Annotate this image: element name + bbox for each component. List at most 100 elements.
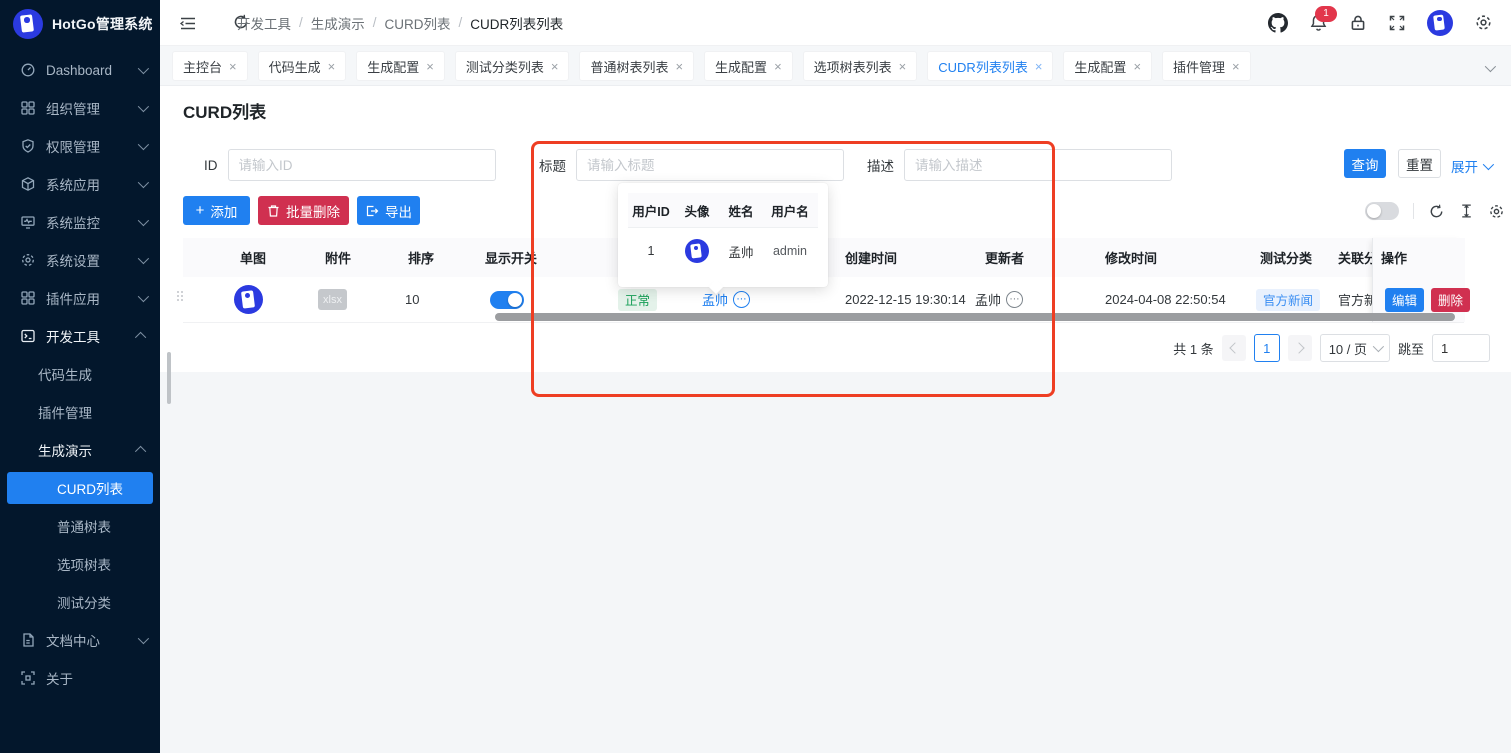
title-input[interactable] — [576, 149, 844, 181]
page-number-button[interactable]: 1 — [1254, 334, 1280, 362]
cell-image[interactable] — [234, 277, 263, 322]
sidebar-item-system-app[interactable]: 系统应用 — [0, 165, 160, 203]
reset-button[interactable]: 重置 — [1398, 149, 1441, 178]
row-drag-handle[interactable] — [177, 291, 184, 307]
close-icon[interactable]: × — [774, 59, 782, 74]
edit-button[interactable]: 编辑 — [1385, 288, 1424, 312]
sidebar-item-permission[interactable]: 权限管理 — [0, 127, 160, 165]
tab-cudr-list-active[interactable]: CUDR列表列表× — [927, 51, 1053, 81]
delete-button[interactable]: 删除 — [1431, 288, 1470, 312]
cell-attachment[interactable]: xlsx — [318, 277, 347, 322]
sidebar-item-about[interactable]: 关于 — [0, 659, 160, 697]
close-icon[interactable]: × — [426, 59, 434, 74]
tab-normal-tree-list[interactable]: 普通树表列表× — [579, 51, 694, 81]
sidebar-item-test-category[interactable]: 测试分类 — [0, 583, 160, 621]
sidebar-menu: Dashboard 组织管理 权限管理 系统应用 系统监控 系统设置 — [0, 51, 160, 697]
column-settings-icon[interactable] — [1488, 203, 1505, 220]
chevron-down-icon — [1373, 341, 1384, 352]
tab-console[interactable]: 主控台× — [172, 51, 248, 81]
desc-label: 描述 — [867, 155, 894, 175]
jump-page-input[interactable] — [1432, 334, 1490, 362]
prev-page-button[interactable] — [1222, 335, 1246, 361]
app-logo[interactable]: HotGo管理系统 — [0, 0, 160, 48]
close-icon[interactable]: × — [1232, 59, 1240, 74]
sidebar-item-normal-tree[interactable]: 普通树表 — [0, 507, 160, 545]
sidebar-item-code-gen[interactable]: 代码生成 — [0, 355, 160, 393]
popup-col-user-id: 用户ID — [628, 201, 674, 220]
id-input[interactable] — [228, 149, 496, 181]
export-icon — [365, 204, 379, 218]
lock-screen-button[interactable] — [1349, 13, 1367, 32]
chevron-down-icon — [1485, 61, 1496, 72]
sidebar-item-dashboard[interactable]: Dashboard — [0, 51, 160, 89]
tab-gen-config-2[interactable]: 生成配置× — [704, 51, 793, 81]
tabs-dropdown-button[interactable] — [1485, 59, 1493, 75]
header-actions: 1 — [1268, 0, 1493, 45]
expand-link[interactable]: 展开 — [1451, 156, 1491, 176]
close-icon[interactable]: × — [551, 59, 559, 74]
table-refresh-icon[interactable] — [1428, 203, 1445, 220]
page-size-select[interactable]: 10 / 页 — [1320, 334, 1390, 362]
plus-icon: + — [196, 202, 205, 219]
chevron-down-icon — [138, 633, 149, 644]
document-icon — [20, 632, 36, 648]
sidebar-item-curd-list-active: CURD列表 — [0, 469, 160, 507]
close-icon[interactable]: × — [229, 59, 237, 74]
sidebar-item-doc-center[interactable]: 文档中心 — [0, 621, 160, 659]
tab-option-tree-list[interactable]: 选项树表列表× — [803, 51, 918, 81]
close-icon[interactable]: × — [1133, 59, 1141, 74]
next-page-button[interactable] — [1288, 335, 1312, 361]
sidebar-item-curd-list[interactable]: CURD列表 — [7, 472, 153, 504]
app-root: HotGo管理系统 Dashboard 组织管理 权限管理 系统应用 系统监控 — [0, 0, 1511, 753]
pagination-total: 共 1 条 — [1173, 339, 1213, 358]
close-icon[interactable]: × — [1035, 59, 1043, 74]
sidebar-item-plugin-manage[interactable]: 插件管理 — [0, 393, 160, 431]
sidebar-item-monitor[interactable]: 系统监控 — [0, 203, 160, 241]
close-icon[interactable]: × — [328, 59, 336, 74]
sidebar-item-dev-tools[interactable]: 开发工具 — [0, 317, 160, 355]
add-button[interactable]: +添加 — [183, 196, 250, 225]
close-icon[interactable]: × — [675, 59, 683, 74]
batch-delete-button[interactable]: 批量删除 — [258, 196, 349, 225]
display-switch[interactable] — [490, 291, 524, 309]
col-header-updated-at: 修改时间 — [1105, 238, 1157, 277]
tab-gen-config-3[interactable]: 生成配置× — [1063, 51, 1152, 81]
sidebar-item-option-tree[interactable]: 选项树表 — [0, 545, 160, 583]
vertical-scrollbar[interactable] — [167, 352, 171, 404]
sidebar-item-settings[interactable]: 系统设置 — [0, 241, 160, 279]
main-content: CURD列表 ID 标题 描述 查询 重置 展开 +添加 批量删除 导出 — [160, 85, 1511, 753]
fullscreen-button[interactable] — [1388, 14, 1406, 32]
tab-gen-config-1[interactable]: 生成配置× — [356, 51, 445, 81]
striped-toggle[interactable] — [1365, 202, 1399, 220]
popup-col-name: 姓名 — [720, 201, 762, 220]
chevron-down-icon — [138, 291, 149, 302]
breadcrumb-item[interactable]: CURD列表 — [385, 13, 451, 33]
col-header-created-at: 创建时间 — [845, 238, 897, 277]
sidebar-item-plugin-app[interactable]: 插件应用 — [0, 279, 160, 317]
sidebar-collapse-button[interactable] — [179, 15, 197, 32]
breadcrumb-item[interactable]: 开发工具 — [237, 13, 291, 33]
notifications-button[interactable]: 1 — [1309, 13, 1328, 33]
fullscreen-icon — [1388, 14, 1406, 32]
more-icon[interactable]: ⋯ — [733, 291, 750, 308]
lock-icon — [1349, 13, 1367, 32]
desc-input[interactable] — [904, 149, 1172, 181]
sidebar-item-org[interactable]: 组织管理 — [0, 89, 160, 127]
export-button[interactable]: 导出 — [357, 196, 420, 225]
row-height-icon[interactable] — [1459, 203, 1474, 219]
tab-test-category-list[interactable]: 测试分类列表× — [455, 51, 570, 81]
layout-settings-button[interactable] — [1474, 13, 1493, 32]
github-button[interactable] — [1268, 13, 1288, 33]
popup-username: admin — [762, 244, 818, 258]
gear-icon — [1474, 13, 1493, 32]
user-avatar[interactable] — [1427, 10, 1453, 36]
tab-code-gen[interactable]: 代码生成× — [258, 51, 347, 81]
horizontal-scrollbar[interactable] — [495, 313, 1455, 321]
breadcrumb-item[interactable]: 生成演示 — [311, 13, 365, 33]
query-button[interactable]: 查询 — [1344, 149, 1386, 178]
attachment-chip: xlsx — [318, 289, 347, 310]
sidebar-item-gen-demo[interactable]: 生成演示 — [0, 431, 160, 469]
more-icon[interactable]: ⋯ — [1006, 291, 1023, 308]
close-icon[interactable]: × — [899, 59, 907, 74]
tab-plugin-manage[interactable]: 插件管理× — [1162, 51, 1251, 81]
